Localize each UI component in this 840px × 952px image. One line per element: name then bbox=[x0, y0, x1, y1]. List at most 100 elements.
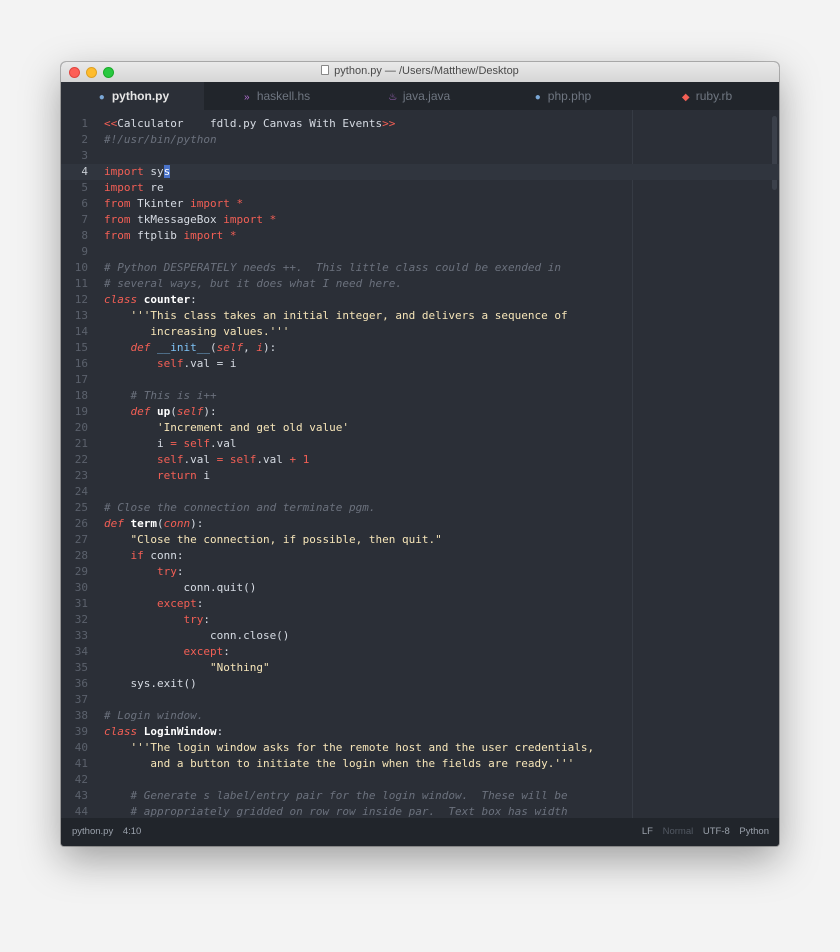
code-line[interactable]: 29 try: bbox=[61, 564, 779, 580]
line-number[interactable]: 19 bbox=[61, 404, 88, 420]
line-number[interactable]: 32 bbox=[61, 612, 88, 628]
line-number[interactable]: 5 bbox=[61, 180, 88, 196]
line-code[interactable]: from Tkinter import * bbox=[104, 196, 243, 212]
code-line[interactable]: 6 from Tkinter import * bbox=[61, 196, 779, 212]
tab-python[interactable]: ● python.py bbox=[61, 82, 204, 110]
code-line[interactable]: 9 bbox=[61, 244, 779, 260]
line-number[interactable]: 2 bbox=[61, 132, 88, 148]
line-number[interactable]: 3 bbox=[61, 148, 88, 164]
line-code[interactable]: # Login window. bbox=[104, 708, 203, 724]
code-line[interactable]: 18 # This is i++ bbox=[61, 388, 779, 404]
code-editor[interactable]: 1 <<Calculator fdld.py Canvas With Events… bbox=[61, 110, 779, 818]
code-line[interactable]: 27 "Close the connection, if possible, t… bbox=[61, 532, 779, 548]
line-code[interactable]: except: bbox=[104, 644, 229, 660]
line-number[interactable]: 7 bbox=[61, 212, 88, 228]
code-line[interactable]: 20 'Increment and get old value' bbox=[61, 420, 779, 436]
line-number[interactable]: 38 bbox=[61, 708, 88, 724]
code-line[interactable]: 12 class counter: bbox=[61, 292, 779, 308]
line-code[interactable]: #!/usr/bin/python bbox=[104, 132, 217, 148]
line-number[interactable]: 16 bbox=[61, 356, 88, 372]
line-code[interactable]: return i bbox=[104, 468, 210, 484]
line-number[interactable]: 30 bbox=[61, 580, 88, 596]
code-line[interactable]: 33 conn.close() bbox=[61, 628, 779, 644]
line-code[interactable]: except: bbox=[104, 596, 203, 612]
line-number[interactable]: 36 bbox=[61, 676, 88, 692]
line-number[interactable]: 31 bbox=[61, 596, 88, 612]
line-code[interactable]: # This is i++ bbox=[104, 388, 217, 404]
line-code[interactable]: i = self.val bbox=[104, 436, 237, 452]
line-number[interactable]: 21 bbox=[61, 436, 88, 452]
line-number[interactable]: 27 bbox=[61, 532, 88, 548]
line-code[interactable]: and a button to initiate the login when … bbox=[104, 756, 574, 772]
code-line[interactable]: 3 bbox=[61, 148, 779, 164]
line-code[interactable]: from ftplib import * bbox=[104, 228, 236, 244]
line-number[interactable]: 28 bbox=[61, 548, 88, 564]
line-number[interactable]: 43 bbox=[61, 788, 88, 804]
title-bar[interactable]: python.py — /Users/Matthew/Desktop bbox=[61, 62, 779, 83]
code-line[interactable]: 43 # Generate s label/entry pair for the… bbox=[61, 788, 779, 804]
code-line[interactable]: 40 '''The login window asks for the remo… bbox=[61, 740, 779, 756]
line-number[interactable]: 4 bbox=[61, 164, 88, 180]
code-line[interactable]: 35 "Nothing" bbox=[61, 660, 779, 676]
line-number[interactable]: 26 bbox=[61, 516, 88, 532]
line-number[interactable]: 39 bbox=[61, 724, 88, 740]
line-code[interactable]: import sys bbox=[104, 164, 171, 180]
line-code[interactable]: import re bbox=[104, 180, 164, 196]
line-number[interactable]: 29 bbox=[61, 564, 88, 580]
code-line[interactable]: 15 def __init__(self, i): bbox=[61, 340, 779, 356]
line-number[interactable]: 22 bbox=[61, 452, 88, 468]
line-code[interactable]: # Python DESPERATELY needs ++. This litt… bbox=[104, 260, 561, 276]
code-line[interactable]: 14 increasing values.''' bbox=[61, 324, 779, 340]
code-line[interactable]: 13 '''This class takes an initial intege… bbox=[61, 308, 779, 324]
line-number[interactable]: 14 bbox=[61, 324, 88, 340]
line-number[interactable]: 40 bbox=[61, 740, 88, 756]
tab-ruby[interactable]: ◆ ruby.rb bbox=[633, 82, 779, 110]
status-encoding[interactable]: UTF-8 bbox=[703, 826, 730, 837]
code-line[interactable]: 7 from tkMessageBox import * bbox=[61, 212, 779, 228]
code-line[interactable]: 42 bbox=[61, 772, 779, 788]
code-line[interactable]: 2 #!/usr/bin/python bbox=[61, 132, 779, 148]
code-line[interactable]: 41 and a button to initiate the login wh… bbox=[61, 756, 779, 772]
code-line[interactable]: 28 if conn: bbox=[61, 548, 779, 564]
line-number[interactable]: 17 bbox=[61, 372, 88, 388]
code-line[interactable]: 1 <<Calculator fdld.py Canvas With Events… bbox=[61, 116, 779, 132]
tab-haskell[interactable]: » haskell.hs bbox=[204, 82, 347, 110]
line-code[interactable]: conn.close() bbox=[104, 628, 289, 644]
line-code[interactable]: conn.quit() bbox=[104, 580, 256, 596]
line-code[interactable]: self.val = self.val + 1 bbox=[104, 452, 309, 468]
status-cursor-position[interactable]: 4:10 bbox=[123, 826, 142, 837]
code-line[interactable]: 36 sys.exit() bbox=[61, 676, 779, 692]
code-line[interactable]: 39 class LoginWindow: bbox=[61, 724, 779, 740]
code-line[interactable]: 19 def up(self): bbox=[61, 404, 779, 420]
tab-php[interactable]: ● php.php bbox=[490, 82, 633, 110]
line-code[interactable]: def up(self): bbox=[104, 404, 217, 420]
status-grammar[interactable]: Python bbox=[739, 826, 769, 837]
line-number[interactable]: 23 bbox=[61, 468, 88, 484]
code-line[interactable]: 21 i = self.val bbox=[61, 436, 779, 452]
code-line[interactable]: 38 # Login window. bbox=[61, 708, 779, 724]
line-number[interactable]: 12 bbox=[61, 292, 88, 308]
line-code[interactable]: # Generate s label/entry pair for the lo… bbox=[104, 788, 568, 804]
code-line[interactable]: 34 except: bbox=[61, 644, 779, 660]
line-number[interactable]: 24 bbox=[61, 484, 88, 500]
line-code[interactable]: try: bbox=[104, 612, 210, 628]
line-code[interactable]: 'Increment and get old value' bbox=[104, 420, 349, 436]
line-number[interactable]: 13 bbox=[61, 308, 88, 324]
line-number[interactable]: 10 bbox=[61, 260, 88, 276]
line-code[interactable]: "Nothing" bbox=[104, 660, 270, 676]
line-code[interactable]: def term(conn): bbox=[104, 516, 203, 532]
line-number[interactable]: 37 bbox=[61, 692, 88, 708]
line-code[interactable]: sys.exit() bbox=[104, 676, 196, 692]
line-code[interactable]: '''This class takes an initial integer, … bbox=[104, 308, 568, 324]
line-code[interactable]: "Close the connection, if possible, then… bbox=[104, 532, 442, 548]
code-line[interactable]: 37 bbox=[61, 692, 779, 708]
line-code[interactable]: try: bbox=[104, 564, 184, 580]
line-number[interactable]: 9 bbox=[61, 244, 88, 260]
code-line[interactable]: 31 except: bbox=[61, 596, 779, 612]
line-code[interactable]: class counter: bbox=[104, 292, 197, 308]
line-code[interactable]: from tkMessageBox import * bbox=[104, 212, 276, 228]
code-line[interactable]: 11 # several ways, but it does what I nee… bbox=[61, 276, 779, 292]
line-number[interactable]: 8 bbox=[61, 228, 88, 244]
code-line[interactable]: 25 # Close the connection and terminate p… bbox=[61, 500, 779, 516]
line-number[interactable]: 1 bbox=[61, 116, 88, 132]
